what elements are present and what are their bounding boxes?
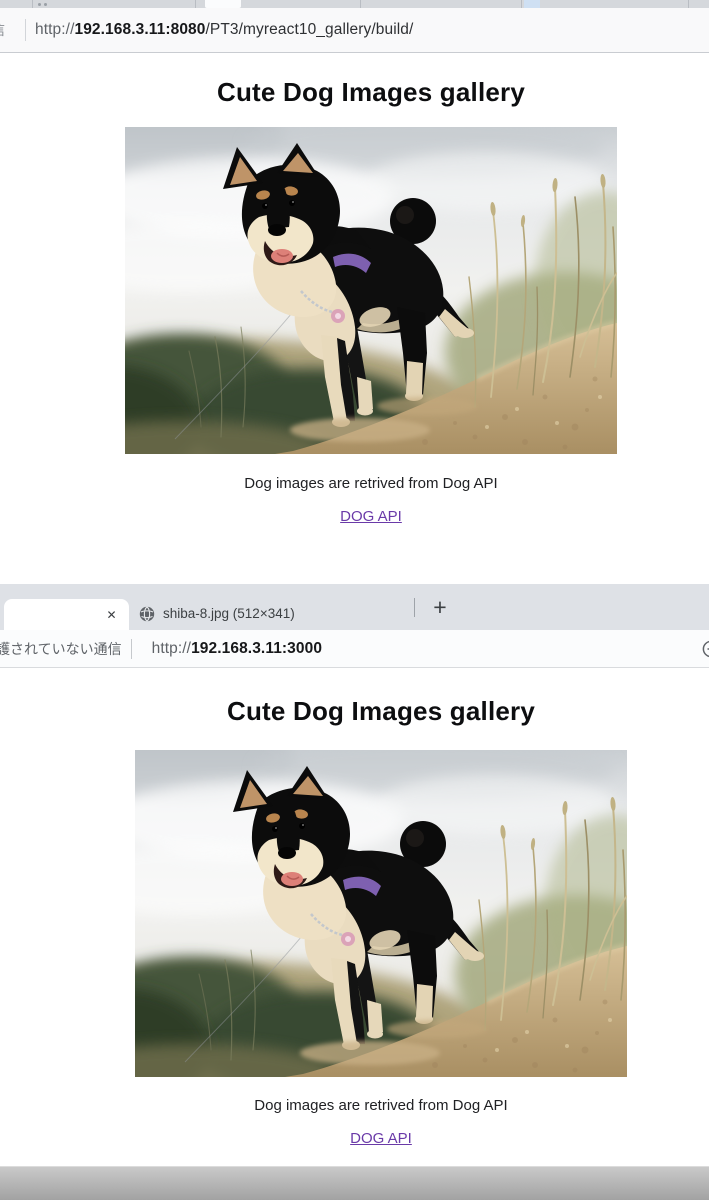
tab-title: shiba-8.jpg (512×341) <box>163 606 295 621</box>
tab-favicon-fragment <box>524 0 540 8</box>
close-icon[interactable]: ✕ <box>103 606 120 623</box>
tab-separator <box>521 0 522 8</box>
url-text[interactable]: http://192.168.3.11:8080/PT3/myreact10_g… <box>35 21 413 39</box>
dog-photo <box>135 750 627 1077</box>
active-tab[interactable]: ✕ <box>4 599 129 630</box>
url-path: /PT3/myreact10_gallery/build/ <box>205 21 414 38</box>
shiba-photo-illustration <box>125 127 617 454</box>
new-tab-button[interactable]: + <box>427 594 453 620</box>
bottom-address-bar[interactable]: 護されていない通信 http://192.168.3.11:3000 <box>0 630 709 668</box>
address-bar-divider <box>25 19 26 41</box>
url-text[interactable]: http://192.168.3.11:3000 <box>152 640 322 658</box>
url-host: 192.168.3.11:8080 <box>74 21 206 38</box>
page-title: Cute Dog Images gallery <box>216 77 526 107</box>
globe-icon <box>139 605 155 622</box>
tab-separator <box>360 0 361 8</box>
caption-text: Dog images are retrived from Dog API <box>244 475 498 492</box>
shiba-photo-illustration <box>135 750 627 1077</box>
top-address-bar[interactable]: 信 http://192.168.3.11:8080/PT3/myreact10… <box>0 8 709 53</box>
new-tab-divider <box>414 598 415 617</box>
tab-separator <box>688 0 689 8</box>
tab-bottom-highlight <box>205 0 241 8</box>
tab-separator <box>32 0 33 8</box>
top-page-content: Cute Dog Images gallery Dog images are r… <box>0 53 709 584</box>
url-scheme: http:// <box>35 21 75 38</box>
screenshot-root: 信 http://192.168.3.11:8080/PT3/myreact10… <box>0 0 709 1200</box>
dog-api-link[interactable]: DOG API <box>340 508 402 526</box>
security-label: 護されていない通信 <box>0 640 122 657</box>
bottom-page-content: Cute Dog Images gallery Dog images are r… <box>0 668 709 1166</box>
security-label-partial: 信 <box>0 20 5 40</box>
address-bar-divider <box>130 638 132 659</box>
favicon-fragment-dot <box>38 3 41 6</box>
top-tab-strip[interactable] <box>0 0 709 8</box>
favicon-fragment-dot <box>44 3 47 6</box>
page-title: Cute Dog Images gallery <box>226 696 536 726</box>
tab-shiba-image[interactable]: shiba-8.jpg (512×341) <box>139 597 295 630</box>
tab-separator <box>195 0 196 8</box>
dog-api-link[interactable]: DOG API <box>350 1130 412 1148</box>
desktop-strip <box>0 1166 709 1200</box>
url-scheme: http:// <box>151 639 192 657</box>
caption-text: Dog images are retrived from Dog API <box>254 1097 508 1114</box>
zoom-out-icon[interactable] <box>701 639 709 659</box>
url-host: 192.168.3.11:3000 <box>191 639 323 657</box>
bottom-tab-strip: ✕ shiba-8.jpg (512×341) + <box>0 584 709 630</box>
dog-photo <box>125 127 617 454</box>
